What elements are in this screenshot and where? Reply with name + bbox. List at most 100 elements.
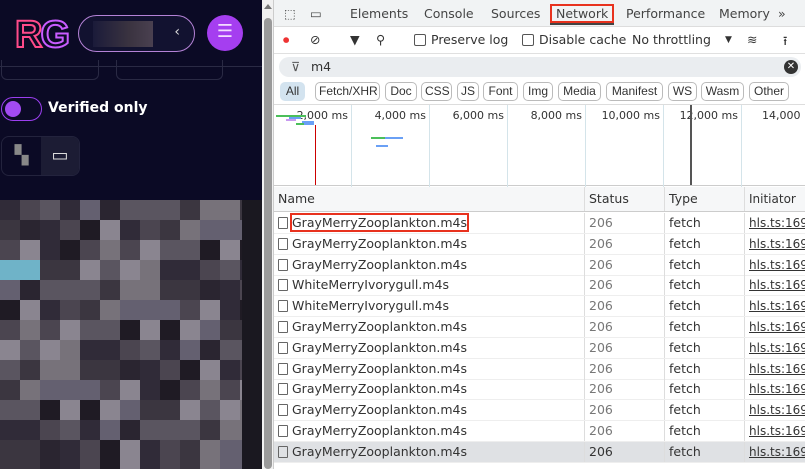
record-icon[interactable]: ⏺ <box>283 32 289 48</box>
request-name[interactable]: GrayMerryZooplankton.m4s <box>274 255 584 275</box>
tab-elements[interactable]: Elements <box>350 6 408 21</box>
menu-button[interactable]: ☰ <box>207 15 243 51</box>
video-pixel <box>220 420 240 440</box>
video-pixel <box>140 300 160 320</box>
type-filter-ws[interactable]: WS <box>668 82 697 101</box>
request-name[interactable]: GrayMerryZooplankton.m4s <box>274 379 584 399</box>
type-filter-img[interactable]: Img <box>523 82 553 101</box>
request-name[interactable]: GrayMerryZooplankton.m4s <box>274 442 584 462</box>
type-filter-all[interactable]: All <box>280 82 305 101</box>
request-name[interactable]: GrayMerryZooplankton.m4s <box>274 338 584 358</box>
column-initiator[interactable]: Initiator <box>744 187 805 211</box>
type-filter-manifest[interactable]: Manifest <box>606 82 663 101</box>
inspect-icon[interactable]: ⬚ <box>284 6 296 21</box>
verified-toggle[interactable] <box>1 97 42 121</box>
video-pixel <box>80 360 100 380</box>
initiator-link[interactable]: hls.ts:169 <box>749 258 805 272</box>
grid-view-icon[interactable]: ▚ <box>2 137 41 175</box>
table-row[interactable]: GrayMerryZooplankton.m4s 206 fetch hls.ts:1… <box>274 441 805 463</box>
tab-sources[interactable]: Sources <box>491 6 540 21</box>
initiator-link[interactable]: hls.ts:169 <box>749 216 805 230</box>
request-name[interactable]: GrayMerryZooplankton.m4s <box>274 359 584 379</box>
initiator-link[interactable]: hls.ts:169 <box>749 403 805 417</box>
tab-memory[interactable]: Memory <box>719 6 770 21</box>
table-row[interactable]: GrayMerryZooplankton.m4s 206 fetch hls.ts:1… <box>274 358 805 380</box>
video-pixel <box>220 220 240 240</box>
timeline-overview[interactable]: 2,000 ms 4,000 ms 6,000 ms 8,000 ms 10,000 m… <box>274 104 805 187</box>
tab-network[interactable]: Network <box>550 4 615 25</box>
export-icon[interactable]: ⭱ <box>783 32 787 53</box>
request-status: 206 <box>584 358 664 379</box>
preserve-log-checkbox[interactable]: Preserve log <box>414 32 508 47</box>
table-row[interactable]: GrayMerryZooplankton.m4s 206 fetch hls.ts:1… <box>274 337 805 359</box>
more-tabs-icon[interactable]: » <box>778 6 786 21</box>
request-name[interactable]: GrayMerryZooplankton.m4s <box>274 421 584 441</box>
table-row[interactable]: GrayMerryZooplankton.m4s 206 fetch hls.ts:1… <box>274 254 805 276</box>
page-scrollbar[interactable] <box>262 0 273 469</box>
initiator-link[interactable]: hls.ts:169 <box>749 320 805 334</box>
request-name[interactable]: GrayMerryZooplankton.m4s <box>274 317 584 337</box>
table-row[interactable]: GrayMerryZooplankton.m4s 206 fetch hls.ts:1… <box>274 379 805 401</box>
filter-button[interactable] <box>116 60 223 80</box>
video-pixel <box>200 240 220 260</box>
initiator-link[interactable]: hls.ts:169 <box>749 341 805 355</box>
type-filter-js[interactable]: JS <box>457 82 479 101</box>
document-icon <box>278 362 288 375</box>
initiator-link[interactable]: hls.ts:169 <box>749 278 805 292</box>
initiator-link[interactable]: hls.ts:169 <box>749 382 805 396</box>
filter-value[interactable]: m4 <box>311 59 331 74</box>
initiator-link[interactable]: hls.ts:169 <box>749 445 805 459</box>
request-name[interactable]: WhiteMerryIvorygull.m4s <box>274 275 584 295</box>
blurred-video[interactable] <box>0 200 262 469</box>
filter-icon: ⊽ <box>291 59 301 74</box>
filter-input[interactable]: ⊽ m4 ✕ <box>279 57 801 77</box>
video-pixel <box>140 280 160 300</box>
initiator-link[interactable]: hls.ts:169 <box>749 299 805 313</box>
search-pill[interactable]: ‹ <box>78 15 195 52</box>
table-row[interactable]: GrayMerryZooplankton.m4s 206 fetch hls.ts:1… <box>274 317 805 338</box>
table-row[interactable]: WhiteMerryIvorygull.m4s 206 fetch hls.ts:16… <box>274 275 805 297</box>
throttling-select[interactable]: No throttling <box>632 32 711 47</box>
timeline-gridline <box>351 105 352 187</box>
request-name[interactable]: WhiteMerryIvorygull.m4s <box>274 296 584 316</box>
site-logo[interactable]: RG <box>14 13 71 57</box>
type-filter-doc[interactable]: Doc <box>385 82 417 101</box>
table-row[interactable]: GrayMerryZooplankton.m4s 206 fetch hls.ts:1… <box>274 400 805 422</box>
clear-icon[interactable]: ⊘ <box>310 32 320 47</box>
table-row[interactable]: GrayMerryZooplankton.m4s 206 fetch hls.ts:1… <box>274 213 805 234</box>
column-status[interactable]: Status <box>584 187 664 211</box>
tab-console[interactable]: Console <box>424 6 474 21</box>
search-icon[interactable]: ⚲ <box>376 32 385 47</box>
device-toolbar-icon[interactable]: ▭ <box>310 6 322 21</box>
type-filter-media[interactable]: Media <box>558 82 601 101</box>
video-pixel <box>80 420 100 440</box>
initiator-link[interactable]: hls.ts:169 <box>749 237 805 251</box>
filter-icon[interactable]: ▼ <box>350 32 360 47</box>
filter-button[interactable] <box>1 60 99 80</box>
type-filter-fetch-xhr[interactable]: Fetch/XHR <box>315 82 380 101</box>
type-filter-css[interactable]: CSS <box>421 82 452 101</box>
list-view-icon[interactable]: ▭ <box>41 137 79 175</box>
timeline-cursor[interactable] <box>690 105 692 185</box>
type-filter-wasm[interactable]: Wasm <box>701 82 744 101</box>
request-name[interactable]: GrayMerryZooplankton.m4s <box>274 213 584 233</box>
table-row[interactable]: WhiteMerryIvorygull.m4s 206 fetch hls.ts:16… <box>274 296 805 318</box>
clear-filter-icon[interactable]: ✕ <box>784 60 798 74</box>
table-row[interactable]: GrayMerryZooplankton.m4s 206 fetch hls.ts:1… <box>274 421 805 442</box>
table-row[interactable]: GrayMerryZooplankton.m4s 206 fetch hls.ts:1… <box>274 233 805 255</box>
request-type: fetch <box>664 441 744 462</box>
initiator-link[interactable]: hls.ts:169 <box>749 362 805 376</box>
tab-performance[interactable]: Performance <box>626 6 705 21</box>
request-name[interactable]: GrayMerryZooplankton.m4s <box>274 234 584 254</box>
timeline-tick: 4,000 ms <box>374 109 426 122</box>
disable-cache-checkbox[interactable]: Disable cache <box>522 32 626 47</box>
column-type[interactable]: Type <box>664 187 744 211</box>
initiator-link[interactable]: hls.ts:169 <box>749 424 805 438</box>
column-name[interactable]: Name <box>274 187 584 211</box>
network-conditions-icon[interactable]: ≋ <box>747 32 757 47</box>
request-name[interactable]: GrayMerryZooplankton.m4s <box>274 400 584 420</box>
type-filter-font[interactable]: Font <box>483 82 518 101</box>
video-pixel <box>100 440 120 469</box>
dropdown-arrow-icon[interactable]: ▼ <box>725 35 732 45</box>
type-filter-other[interactable]: Other <box>749 82 789 101</box>
